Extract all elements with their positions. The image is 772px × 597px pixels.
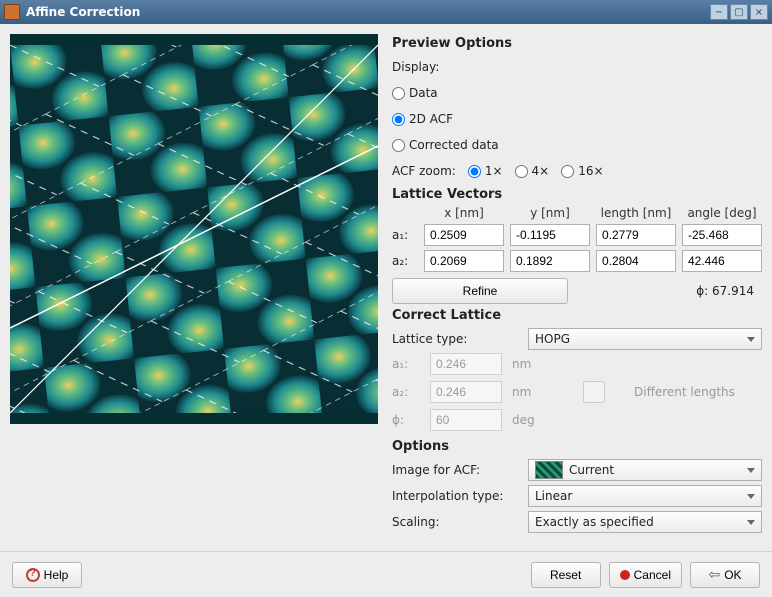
dialog-footer: Help Reset Cancel ⇦ OK [0,551,772,597]
preview-image [10,34,378,424]
maximize-button[interactable]: ▢ [730,4,748,20]
a2-len-input[interactable] [596,250,676,272]
col-len: length [nm] [596,206,676,220]
zoom-4x[interactable]: 4× [515,164,550,178]
corr-phi-label: ϕ: [392,413,424,427]
minimize-button[interactable]: − [710,4,728,20]
titlebar: Affine Correction − ▢ × [0,0,772,24]
lattice-type-label: Lattice type: [392,332,522,346]
corr-a1-label: a₁: [392,357,424,371]
image-acf-select[interactable]: Current [528,459,762,481]
scaling-value: Exactly as specified [535,515,654,529]
a1-label: a₁: [392,228,418,242]
scaling-label: Scaling: [392,515,522,529]
cancel-button[interactable]: Cancel [609,562,682,588]
chevron-down-icon [747,337,755,342]
chevron-down-icon [747,468,755,473]
reset-button[interactable]: Reset [531,562,601,588]
col-x: x [nm] [424,206,504,220]
lattice-type-select[interactable]: HOPG [528,328,762,350]
corr-a2-input [430,381,502,403]
refine-label: Refine [463,284,498,298]
image-swatch-icon [535,461,563,479]
interp-label: Interpolation type: [392,489,522,503]
display-label: Display: [392,60,439,74]
a2-label: a₂: [392,254,418,268]
corr-phi-unit: deg [512,413,552,427]
acf-preview-svg [10,34,378,424]
scaling-select[interactable]: Exactly as specified [528,511,762,533]
chevron-down-icon [747,494,755,499]
a1-y-input[interactable] [510,224,590,246]
ok-icon: ⇦ [708,566,720,583]
interp-select[interactable]: Linear [528,485,762,507]
zoom-16x[interactable]: 16× [561,164,603,178]
options-section-title: Options [392,439,762,454]
radio-corrected-label: Corrected data [409,138,499,152]
radio-acf-label: 2D ACF [409,112,453,126]
corr-a1-input [430,353,502,375]
ok-button[interactable]: ⇦ OK [690,562,760,588]
zoom-16x-label: 16× [578,164,603,178]
help-label: Help [44,568,69,582]
zoom-1x-label: 1× [485,164,503,178]
radio-corrected[interactable]: Corrected data [392,138,499,152]
cancel-icon [620,570,630,580]
radio-data-label: Data [409,86,438,100]
col-y: y [nm] [510,206,590,220]
lattice-grid: x [nm] y [nm] length [nm] angle [deg] a₁… [392,206,762,272]
image-acf-value: Current [569,463,614,477]
chevron-down-icon [747,520,755,525]
corr-phi-input [430,409,502,431]
close-button[interactable]: × [750,4,768,20]
phi-readout: ϕ: 67.914 [576,284,762,298]
col-ang: angle [deg] [682,206,762,220]
radio-2d-acf[interactable]: 2D ACF [392,112,453,126]
different-lengths-checkbox: Different lengths [558,381,762,403]
corr-a1-unit: nm [512,357,552,371]
app-icon [4,4,20,20]
corr-a2-label: a₂: [392,385,424,399]
a1-x-input[interactable] [424,224,504,246]
window-title: Affine Correction [26,5,708,19]
a1-len-input[interactable] [596,224,676,246]
lattice-section-title: Lattice Vectors [392,187,762,202]
zoom-1x[interactable]: 1× [468,164,503,178]
a2-x-input[interactable] [424,250,504,272]
refine-button[interactable]: Refine [392,278,568,304]
acf-zoom-label: ACF zoom: [392,164,456,178]
radio-data[interactable]: Data [392,86,438,100]
zoom-4x-label: 4× [532,164,550,178]
a1-ang-input[interactable] [682,224,762,246]
preview-section-title: Preview Options [392,36,762,51]
reset-label: Reset [550,568,581,582]
different-lengths-label: Different lengths [634,385,735,399]
interp-value: Linear [535,489,572,503]
image-acf-label: Image for ACF: [392,463,522,477]
help-icon [26,568,40,582]
cancel-label: Cancel [634,568,671,582]
corr-a2-unit: nm [512,385,552,399]
lattice-type-value: HOPG [535,332,570,346]
help-button[interactable]: Help [12,562,82,588]
a2-ang-input[interactable] [682,250,762,272]
ok-label: OK [724,568,741,582]
a2-y-input[interactable] [510,250,590,272]
correct-section-title: Correct Lattice [392,308,762,323]
